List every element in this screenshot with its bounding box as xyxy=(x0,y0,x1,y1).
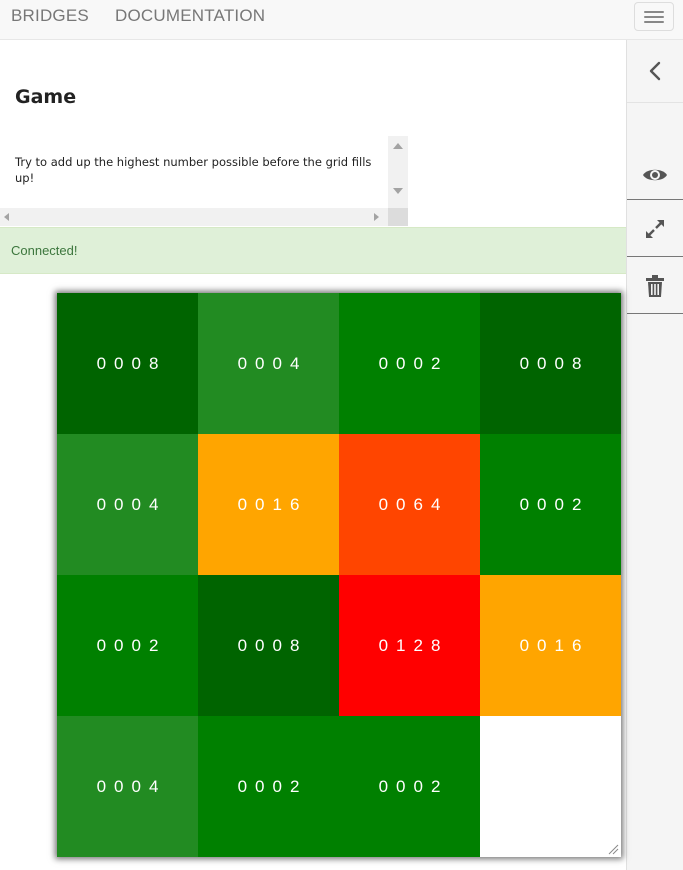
grid-cell: 0128 xyxy=(339,575,480,716)
fullscreen-button[interactable] xyxy=(627,201,683,257)
cell-value: 0002 xyxy=(378,353,449,373)
hamburger-icon-bar xyxy=(644,21,664,23)
scroll-down-arrow[interactable] xyxy=(393,188,403,194)
empty-grid-cell xyxy=(480,716,621,857)
nav-link-bridges[interactable]: BRIDGES xyxy=(11,6,89,26)
nav-link-documentation[interactable]: DOCUMENTATION xyxy=(115,6,265,26)
grid-cell: 0004 xyxy=(198,293,339,434)
grid-cell: 0002 xyxy=(339,293,480,434)
chevron-left-icon xyxy=(649,61,661,81)
right-sidebar xyxy=(626,40,683,870)
eye-icon xyxy=(643,169,667,180)
grid-cell: 0002 xyxy=(339,716,480,857)
scroll-left-arrow[interactable] xyxy=(4,213,9,221)
cell-value: 0002 xyxy=(237,776,308,796)
scroll-corner xyxy=(388,208,408,226)
cell-value: 0064 xyxy=(378,494,449,514)
game-board[interactable]: 0008 0004 0002 0008 0004 0016 0064 0002 0002 0008… xyxy=(57,293,621,857)
cell-value: 0008 xyxy=(96,353,167,373)
grid-cell: 0004 xyxy=(57,716,198,857)
grid-cell: 0008 xyxy=(198,575,339,716)
cell-value: 0002 xyxy=(378,776,449,796)
grid-cell: 0008 xyxy=(57,293,198,434)
grid-cell: 0002 xyxy=(198,716,339,857)
expand-icon xyxy=(646,219,664,238)
cell-value: 0004 xyxy=(96,494,167,514)
hamburger-menu-button[interactable] xyxy=(634,2,674,31)
resize-handle-icon[interactable] xyxy=(608,844,619,855)
toggle-view-button[interactable] xyxy=(627,150,683,200)
grid-cell: 0016 xyxy=(480,575,621,716)
grid-cell: 0004 xyxy=(57,434,198,575)
cell-value: 0002 xyxy=(519,494,590,514)
cell-value: 0128 xyxy=(378,635,449,655)
hamburger-icon xyxy=(644,11,664,13)
cell-value: 0008 xyxy=(237,635,308,655)
delete-button[interactable] xyxy=(627,258,683,314)
top-navbar: BRIDGES DOCUMENTATION xyxy=(0,0,683,40)
cell-value: 0004 xyxy=(96,776,167,796)
grid-cell: 0002 xyxy=(480,434,621,575)
description-textbox[interactable]: Try to add up the highest number possibl… xyxy=(0,136,408,226)
connection-alert: Connected! xyxy=(0,227,626,274)
cell-value: 0008 xyxy=(519,353,590,373)
cell-value: 0016 xyxy=(237,494,308,514)
cell-value: 0004 xyxy=(237,353,308,373)
grid-cell: 0016 xyxy=(198,434,339,575)
grid-cell: 0064 xyxy=(339,434,480,575)
scroll-up-arrow[interactable] xyxy=(393,143,403,149)
hamburger-icon-bar xyxy=(644,16,664,18)
cell-value: 0016 xyxy=(519,635,590,655)
page-title: Game xyxy=(15,86,77,108)
grid-cell: 0002 xyxy=(57,575,198,716)
alert-message: Connected! xyxy=(11,243,78,258)
description-text: Try to add up the highest number possibl… xyxy=(15,155,372,185)
collapse-sidebar-button[interactable] xyxy=(627,40,683,103)
grid-cell: 0008 xyxy=(480,293,621,434)
trash-icon xyxy=(646,274,664,297)
scroll-right-arrow[interactable] xyxy=(374,213,379,221)
cell-value: 0002 xyxy=(96,635,167,655)
horizontal-scrollbar[interactable] xyxy=(0,208,388,226)
vertical-scrollbar[interactable] xyxy=(388,136,408,208)
